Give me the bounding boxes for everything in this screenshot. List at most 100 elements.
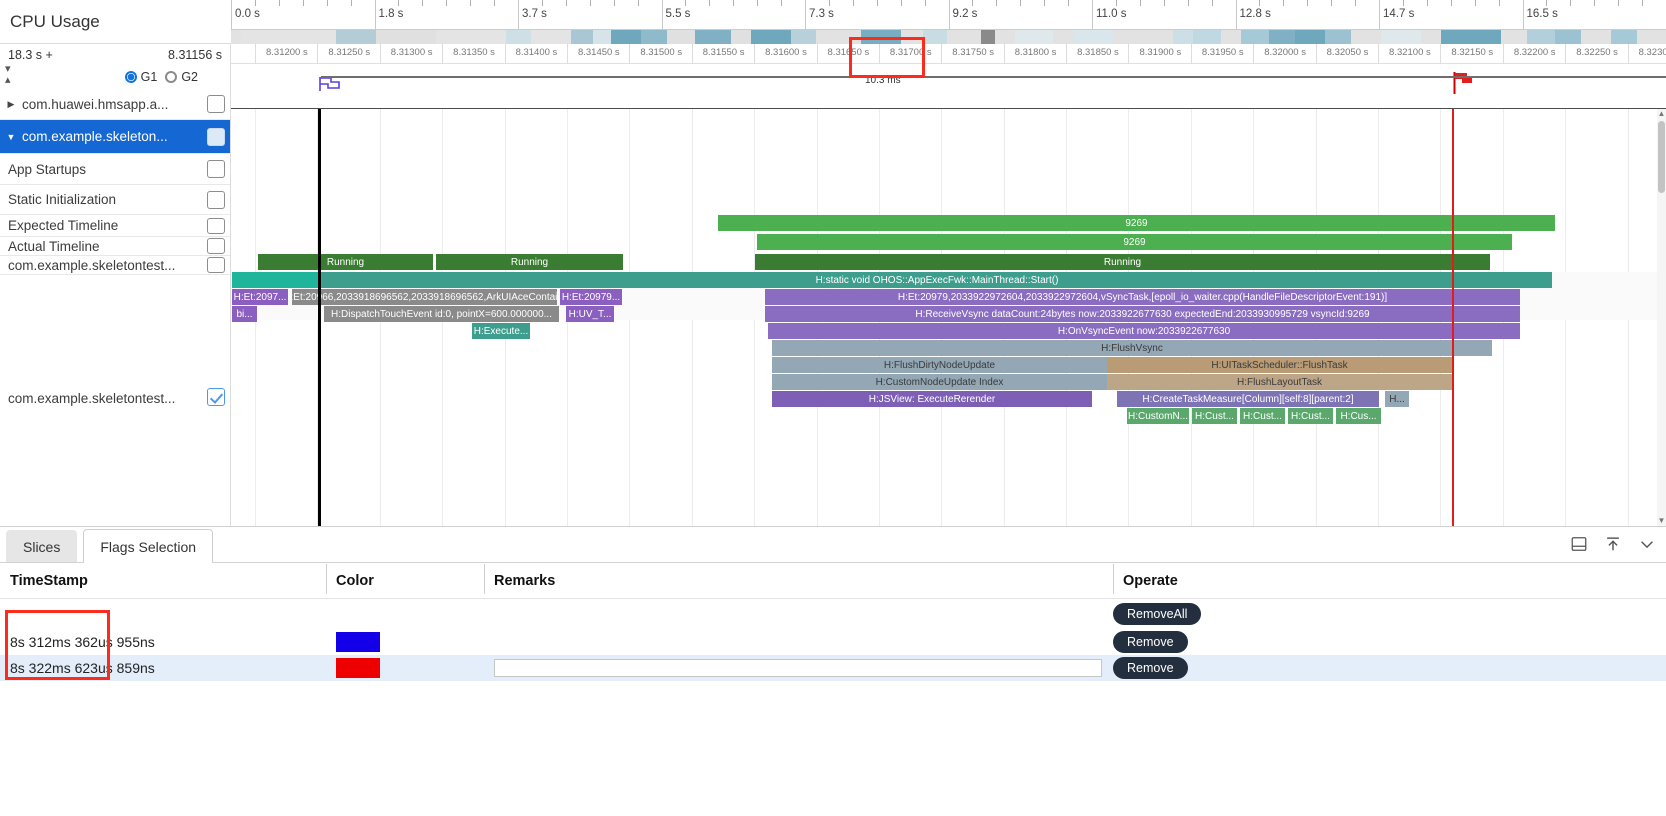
selection-duration-label: 10.3 ms	[865, 75, 901, 86]
overview-block	[1637, 30, 1666, 44]
cursor-marker-black[interactable]	[318, 109, 321, 526]
chevron-updown-icon[interactable]: ▾ ▴	[5, 64, 19, 86]
table-row[interactable]: 8s 312ms 362us 955ns Remove	[0, 629, 1666, 655]
track-checkbox[interactable]	[207, 190, 225, 209]
trace-slice[interactable]: H:Cust...	[1192, 408, 1237, 424]
radio-g2[interactable]: G2	[165, 70, 198, 84]
overview-block	[1351, 30, 1381, 44]
ruler-minor-tick	[1307, 0, 1309, 6]
collapse-up-icon[interactable]	[1604, 535, 1622, 553]
cell-color[interactable]	[326, 632, 484, 652]
page-title: CPU Usage	[10, 11, 100, 31]
tab-slices[interactable]: Slices	[6, 530, 78, 562]
scroll-up-icon[interactable]: ▲	[1657, 109, 1666, 119]
track-checkbox[interactable]	[207, 257, 225, 273]
trace-slice[interactable]: H:Cust...	[1240, 408, 1285, 424]
trace-slice[interactable]: Running	[436, 254, 623, 270]
chevron-down-icon[interactable]	[1638, 535, 1656, 553]
track-row-skeleton[interactable]: ▼ com.example.skeleton...	[0, 120, 230, 154]
trace-slice[interactable]	[232, 272, 322, 288]
timeline-ruler-fine[interactable]: 8.31200 s 8.31250 s 8.31300 s 8.31350 s 8.31…	[231, 44, 1666, 64]
overview-block	[1295, 30, 1325, 44]
scrollbar-thumb[interactable]	[1658, 121, 1665, 193]
trace-slice[interactable]: H:FlushVsync	[772, 340, 1492, 356]
trace-slice[interactable]: H:Et:20979...	[560, 289, 622, 305]
track-label: com.example.skeletontest...	[8, 257, 176, 273]
flags-table-header: TimeStamp Color Remarks Operate	[0, 563, 1666, 599]
trace-slice[interactable]: H:JSView: ExecuteRerender	[772, 391, 1092, 407]
track-row-actual-timeline[interactable]: Actual Timeline	[0, 237, 230, 256]
cell-timestamp: 8s 322ms 623us 859ns	[10, 660, 155, 676]
column-header-color: Color	[326, 563, 484, 594]
track-row-skeletontest-main[interactable]: com.example.skeletontest...	[0, 275, 230, 412]
remove-all-cell: RemoveAll	[1113, 603, 1202, 625]
trace-slice[interactable]: H:CustomNodeUpdate Index	[772, 374, 1107, 390]
track-checkbox[interactable]	[207, 127, 225, 146]
fine-ruler-label: 8.32100 s	[1389, 47, 1431, 58]
trace-slice[interactable]: H:Et:20979,2033922972604,2033922972604,v…	[765, 289, 1520, 305]
color-swatch[interactable]	[336, 632, 380, 652]
remove-button[interactable]: Remove	[1113, 631, 1188, 653]
remove-all-button[interactable]: RemoveAll	[1113, 603, 1202, 625]
table-row[interactable]: 8s 322ms 623us 859ns Remove	[0, 655, 1666, 681]
fine-ruler-label: 8.31550 s	[702, 47, 745, 58]
trace-slice[interactable]: H:FlushLayoutTask	[1107, 374, 1452, 390]
trace-slice[interactable]: H:UITaskScheduler::FlushTask	[1107, 357, 1452, 373]
trace-slice[interactable]: 9269	[718, 215, 1555, 231]
trace-slice[interactable]: H:CustomN...	[1127, 408, 1189, 424]
chart-vertical-scrollbar[interactable]: ▲ ▼	[1657, 109, 1666, 526]
color-swatch[interactable]	[336, 658, 380, 678]
trace-slice[interactable]: Running	[755, 254, 1490, 270]
trace-slice[interactable]: H:FlushDirtyNodeUpdate	[772, 357, 1107, 373]
track-row-huawei[interactable]: ▶ com.huawei.hmsapp.a...	[0, 89, 230, 120]
fine-ruler-label: 8.32000 s	[1264, 47, 1306, 58]
track-checkbox[interactable]	[207, 160, 225, 178]
trace-slice[interactable]: H:Et:20966,2033918696562,2033918696562,A…	[292, 289, 557, 305]
track-checkbox[interactable]	[207, 388, 225, 406]
trace-slice[interactable]: H:DispatchTouchEvent id:0, pointX=600.00…	[324, 306, 559, 322]
fine-ruler-divider	[1315, 44, 1317, 64]
radio-g1-dot[interactable]	[124, 70, 137, 83]
track-row-static-init[interactable]: Static Initialization	[0, 185, 230, 215]
trace-slice[interactable]: H:Cus...	[1336, 408, 1381, 424]
time-value-label: 8.31156 s	[168, 48, 222, 62]
trace-slice[interactable]: Running	[258, 254, 433, 270]
track-row-app-startups[interactable]: App Startups	[0, 154, 230, 185]
dock-bottom-icon[interactable]	[1570, 535, 1588, 553]
remarks-input[interactable]	[494, 659, 1102, 677]
trace-slice[interactable]: H:Cust...	[1288, 408, 1333, 424]
track-row-skeletontest-thread[interactable]: com.example.skeletontest...	[0, 256, 230, 275]
cell-color[interactable]	[326, 658, 484, 678]
expander-collapsed-icon[interactable]: ▶	[0, 99, 22, 110]
track-checkbox[interactable]	[207, 95, 225, 113]
expander-expanded-icon[interactable]: ▼	[0, 132, 22, 142]
ruler-minor-tick	[757, 0, 759, 6]
radio-g2-dot[interactable]	[165, 70, 178, 83]
trace-chart[interactable]: 9269 9269 Running Running Running H:static vo…	[231, 109, 1666, 526]
timeline-ruler-coarse[interactable]: 0.0 s 1.8 s 3.7 s 5.5 s 7.3 s 9.2 s 11.0 s 12.8…	[231, 0, 1666, 30]
scroll-down-icon[interactable]: ▼	[1657, 516, 1666, 526]
cell-operate: Remove	[1113, 657, 1188, 679]
track-checkbox[interactable]	[207, 238, 225, 254]
trace-slice[interactable]: 9269	[757, 234, 1512, 250]
track-checkbox[interactable]	[207, 217, 225, 234]
trace-slice[interactable]: H:UV_T...	[566, 306, 614, 322]
tab-flags-selection[interactable]: Flags Selection	[83, 529, 214, 563]
trace-slice[interactable]: bi...	[232, 306, 257, 322]
ruler-minor-tick	[924, 0, 926, 6]
cursor-marker-red[interactable]	[1452, 109, 1454, 526]
trace-slice[interactable]: H:ReceiveVsync dataCount:24bytes now:203…	[765, 306, 1520, 322]
cell-remarks[interactable]	[484, 659, 1113, 677]
radio-g1[interactable]: G1	[124, 70, 157, 84]
flag-marker-blue[interactable]	[319, 76, 341, 92]
remove-button[interactable]: Remove	[1113, 657, 1188, 679]
trace-slice[interactable]: H:static void OHOS::AppExecFwk::MainThre…	[322, 272, 1552, 288]
trace-slice[interactable]: H...	[1385, 391, 1409, 407]
trace-slice[interactable]: H:Execute...	[472, 323, 530, 339]
track-row-expected-timeline[interactable]: Expected Timeline	[0, 215, 230, 237]
trace-slice[interactable]: H:OnVsyncEvent now:2033922677630	[768, 323, 1520, 339]
flag-lane[interactable]: 10.3 ms	[231, 64, 1666, 109]
trace-slice[interactable]: H:CreateTaskMeasure[Column][self:8][pare…	[1117, 391, 1379, 407]
trace-slice[interactable]: H:Et:2097...	[232, 289, 288, 305]
timeline-overview-strip[interactable]	[231, 30, 1666, 44]
